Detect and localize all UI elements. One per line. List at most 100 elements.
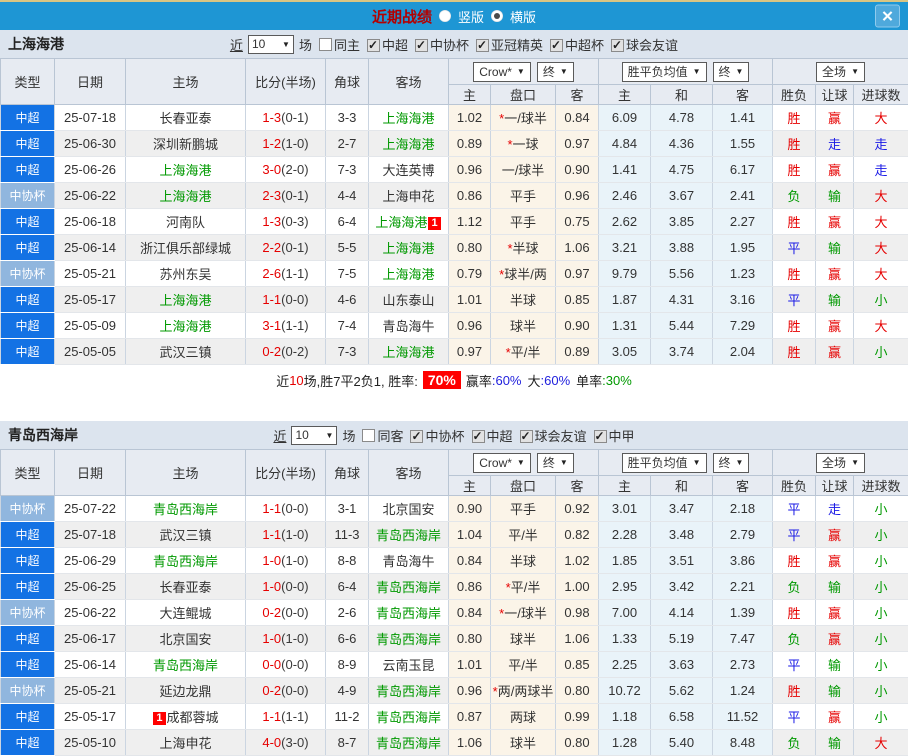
avg-dropdown[interactable]: 胜平负均值▼ xyxy=(622,453,707,473)
goals-result-cell: 小 xyxy=(854,496,908,522)
league-filter[interactable]: 中甲 xyxy=(587,429,635,444)
odds-company-dropdown[interactable]: Crow*▼ xyxy=(473,453,531,473)
home-odds-cell: 0.87 xyxy=(449,704,491,730)
avg-final-dropdown[interactable]: 终▼ xyxy=(713,62,750,82)
near-link[interactable]: 近 xyxy=(273,426,286,445)
handicap-text: 平手 xyxy=(510,502,536,517)
avg-draw-cell: 5.19 xyxy=(651,626,713,652)
handicap-cell: 两球 xyxy=(491,704,556,730)
avg-away-cell: 2.79 xyxy=(713,522,773,548)
fulltime-dropdown[interactable]: 全场▼ xyxy=(816,453,865,473)
result-cell: 胜 xyxy=(773,339,816,365)
result-cell: 负 xyxy=(773,574,816,600)
same-venue-label[interactable]: 同主 xyxy=(334,35,360,54)
home-team-name: 上海申花 xyxy=(159,736,211,751)
radio-horizontal-layout[interactable] xyxy=(491,10,503,22)
same-venue-checkbox[interactable] xyxy=(319,38,332,51)
handicap-cell: *一球 xyxy=(491,131,556,157)
sub-odds-away: 客 xyxy=(556,476,599,496)
same-venue-checkbox[interactable] xyxy=(362,429,375,442)
league-filter[interactable]: 中协杯 xyxy=(408,38,469,53)
home-odds-cell: 0.86 xyxy=(449,183,491,209)
goals-result-cell: 小 xyxy=(854,522,908,548)
away-team-name: 北京国安 xyxy=(382,502,434,517)
match-row: 中协杯 25-07-22 青岛西海岸 1-1(0-0) 3-1 北京国安 0.9… xyxy=(1,496,908,522)
chevron-down-icon: ▼ xyxy=(560,458,568,467)
avg-away-cell: 2.04 xyxy=(713,339,773,365)
away-team-cell: 上海海港 xyxy=(369,235,449,261)
checkbox-icon[interactable] xyxy=(594,430,607,443)
away-team-cell: 上海申花 xyxy=(369,183,449,209)
league-filter[interactable]: 中超杯 xyxy=(543,38,604,53)
result-cell: 平 xyxy=(773,522,816,548)
col-type: 类型 xyxy=(1,450,55,496)
handicap-result-cell: 走 xyxy=(816,131,854,157)
home-team-name: 北京国安 xyxy=(159,632,211,647)
league-filter[interactable]: 中协杯 xyxy=(403,429,464,444)
checkbox-icon[interactable] xyxy=(472,430,485,443)
handicap-result-cell: 输 xyxy=(816,183,854,209)
checkbox-icon[interactable] xyxy=(410,430,423,443)
league-filter-label: 中超 xyxy=(487,429,513,444)
close-button[interactable]: ✕ xyxy=(875,5,900,28)
away-team-name: 青岛西海岸 xyxy=(376,606,441,621)
corner-cell: 8-7 xyxy=(326,730,369,756)
fulltime-score: 0-0 xyxy=(262,657,281,672)
result-cell: 胜 xyxy=(773,105,816,131)
vertical-layout-label[interactable]: 竖版 xyxy=(458,7,484,26)
checkbox-icon[interactable] xyxy=(520,430,533,443)
away-team-cell: 青岛西海岸 xyxy=(369,678,449,704)
avg-dropdown[interactable]: 胜平负均值▼ xyxy=(622,62,707,82)
checkbox-icon[interactable] xyxy=(611,39,624,52)
league-filter[interactable]: 亚冠精英 xyxy=(469,38,543,53)
match-date: 25-05-21 xyxy=(55,678,126,704)
league-filter-label: 中协杯 xyxy=(425,429,464,444)
fulltime-score: 2-2 xyxy=(262,240,281,255)
sub-avg-draw: 和 xyxy=(651,85,713,105)
avg-final-dropdown[interactable]: 终▼ xyxy=(713,453,750,473)
corner-cell: 4-9 xyxy=(326,678,369,704)
score-cell: 1-1(1-0) xyxy=(246,522,326,548)
home-team-cell: 青岛西海岸 xyxy=(126,548,246,574)
league-filter[interactable]: 球会友谊 xyxy=(604,38,678,53)
league-filter[interactable]: 中超 xyxy=(360,38,408,53)
halftime-score: (3-0) xyxy=(281,735,308,750)
halftime-score: (0-0) xyxy=(281,605,308,620)
result-cell: 平 xyxy=(773,496,816,522)
avg-home-cell: 1.87 xyxy=(599,287,651,313)
avg-away-cell: 11.52 xyxy=(713,704,773,730)
avg-away-cell: 1.23 xyxy=(713,261,773,287)
score-cell: 1-3(0-3) xyxy=(246,209,326,235)
handicap-text: 球半 xyxy=(510,736,536,751)
checkbox-icon[interactable] xyxy=(476,39,489,52)
away-team-cell: 上海海港 xyxy=(369,339,449,365)
results-body-qingdao: 中协杯 25-07-22 青岛西海岸 1-1(0-0) 3-1 北京国安 0.9… xyxy=(1,496,908,756)
handicap-text: 球半 xyxy=(510,632,536,647)
league-filter[interactable]: 球会友谊 xyxy=(513,429,587,444)
odds-final-dropdown[interactable]: 终▼ xyxy=(537,453,574,473)
result-cell: 胜 xyxy=(773,261,816,287)
odds-company-dropdown[interactable]: Crow*▼ xyxy=(473,62,531,82)
checkbox-icon[interactable] xyxy=(415,39,428,52)
halftime-score: (0-0) xyxy=(281,657,308,672)
radio-vertical-layout[interactable] xyxy=(439,10,451,22)
fulltime-dropdown[interactable]: 全场▼ xyxy=(816,62,865,82)
match-count-select[interactable]: 10▼ xyxy=(248,35,294,54)
horizontal-layout-label[interactable]: 横版 xyxy=(510,7,536,26)
match-date: 25-07-22 xyxy=(55,496,126,522)
result-cell: 胜 xyxy=(773,131,816,157)
home-team-cell: 北京国安 xyxy=(126,626,246,652)
home-team-name: 大连鲲城 xyxy=(159,606,211,621)
same-venue-label[interactable]: 同客 xyxy=(377,426,403,445)
avg-away-cell: 3.86 xyxy=(713,548,773,574)
odds-final-dropdown[interactable]: 终▼ xyxy=(537,62,574,82)
match-count-select[interactable]: 10▼ xyxy=(291,426,337,445)
avg-home-cell: 1.18 xyxy=(599,704,651,730)
sub-result: 胜负 xyxy=(773,476,816,496)
halftime-score: (0-1) xyxy=(281,240,308,255)
league-filter[interactable]: 中超 xyxy=(465,429,513,444)
checkbox-icon[interactable] xyxy=(550,39,563,52)
near-link[interactable]: 近 xyxy=(230,35,243,54)
match-row: 中超 25-06-14 浙江俱乐部绿城 2-2(0-1) 5-5 上海海港 0.… xyxy=(1,235,908,261)
checkbox-icon[interactable] xyxy=(367,39,380,52)
